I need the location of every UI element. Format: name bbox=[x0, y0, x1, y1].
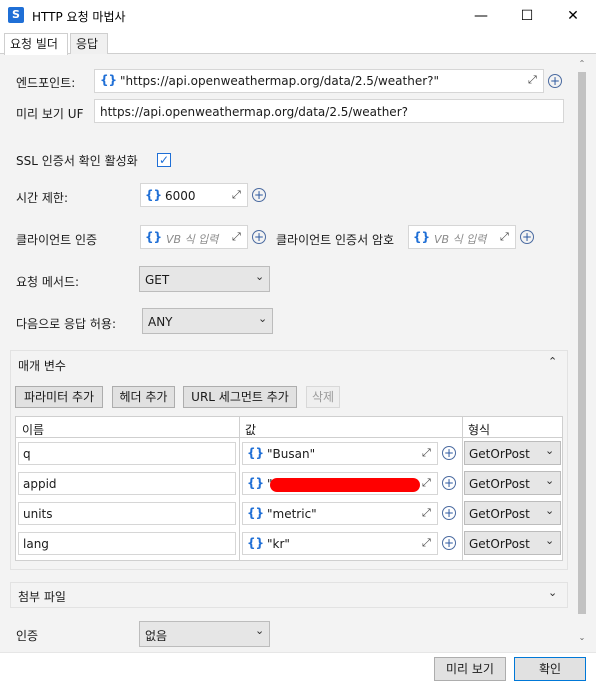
param-type-value: GetOrPost bbox=[469, 537, 530, 551]
ssl-label: SSL 인증서 확인 활성화 bbox=[16, 154, 138, 168]
param-name-value: q bbox=[23, 447, 31, 461]
attachments-section[interactable] bbox=[10, 582, 568, 608]
param-plus-icon[interactable]: + bbox=[442, 446, 456, 460]
add-url-segment-button[interactable]: URL 세그먼트 추가 bbox=[183, 386, 297, 408]
param-type-chevron-down-icon: ⌄ bbox=[545, 534, 555, 547]
param-type-value: GetOrPost bbox=[469, 507, 530, 521]
app-icon: S bbox=[8, 7, 24, 23]
add-param-button[interactable]: 파라미터 추가 bbox=[15, 386, 103, 408]
plus-icon[interactable]: + bbox=[548, 74, 562, 88]
close-button[interactable]: ✕ bbox=[550, 0, 596, 32]
scroll-thumb[interactable] bbox=[578, 72, 586, 614]
client-cert-expand-icon[interactable]: ⤢ bbox=[232, 230, 241, 244]
param-braces-icon[interactable]: {} bbox=[247, 536, 264, 550]
timeout-expand-icon[interactable]: ⤢ bbox=[232, 188, 241, 202]
param-name-input[interactable] bbox=[18, 532, 236, 555]
client-cert-placeholder: VB 식 입력 bbox=[166, 233, 219, 246]
param-type-value: GetOrPost bbox=[469, 447, 530, 461]
scroll-up-icon[interactable]: ⌃ bbox=[576, 58, 588, 70]
method-value: GET bbox=[145, 273, 170, 287]
attachments-section-title: 첨부 파일 bbox=[18, 590, 66, 604]
column-header-name[interactable]: 이름 bbox=[22, 421, 44, 438]
expression-braces-icon[interactable]: {} bbox=[100, 73, 117, 87]
add-header-button[interactable]: 헤더 추가 bbox=[112, 386, 175, 408]
param-name-value: units bbox=[23, 507, 53, 521]
preview-url-value: https://api.openweathermap.org/data/2.5/… bbox=[100, 105, 408, 119]
param-braces-icon[interactable]: {} bbox=[247, 446, 264, 460]
param-name-value: appid bbox=[23, 477, 57, 491]
param-expand-icon[interactable]: ⤢ bbox=[422, 536, 431, 550]
client-cert-plus-icon[interactable]: + bbox=[252, 230, 266, 244]
param-braces-icon[interactable]: {} bbox=[247, 476, 264, 490]
preview-url-label: 미리 보기 UF bbox=[16, 107, 84, 121]
timeout-plus-icon[interactable]: + bbox=[252, 188, 266, 202]
client-cert-pw-placeholder: VB 식 입력 bbox=[434, 233, 487, 246]
param-braces-icon[interactable]: {} bbox=[247, 506, 264, 520]
auth-value: 없음 bbox=[145, 629, 168, 643]
params-collapse-chevron-up-icon[interactable]: ⌃ bbox=[548, 355, 557, 368]
timeout-label: 시간 제한: bbox=[16, 191, 69, 205]
attachments-expand-chevron-down-icon[interactable]: ⌄ bbox=[548, 586, 557, 599]
param-plus-icon[interactable]: + bbox=[442, 506, 456, 520]
accept-chevron-down-icon: ⌄ bbox=[258, 312, 268, 325]
endpoint-label: 엔드포인트: bbox=[16, 76, 76, 90]
param-value-text: "kr" bbox=[267, 537, 290, 551]
tab-response[interactable]: 응답 bbox=[70, 33, 108, 54]
tab-request-builder[interactable]: 요청 빌더 bbox=[4, 33, 68, 55]
params-section-title: 매개 변수 bbox=[18, 359, 66, 373]
client-cert-braces-icon[interactable]: {} bbox=[145, 230, 162, 244]
param-plus-icon[interactable]: + bbox=[442, 476, 456, 490]
maximize-button[interactable]: ☐ bbox=[504, 0, 550, 32]
accept-label: 다음으로 응답 허용: bbox=[16, 317, 116, 331]
scroll-down-icon[interactable]: ⌄ bbox=[576, 632, 588, 644]
timeout-braces-icon[interactable]: {} bbox=[145, 188, 162, 202]
client-cert-pw-braces-icon[interactable]: {} bbox=[413, 230, 430, 244]
endpoint-value: "https://api.openweathermap.org/data/2.5… bbox=[120, 74, 440, 88]
expand-icon[interactable]: ⤢ bbox=[528, 73, 537, 87]
client-cert-pw-label: 클라이언트 인증서 암호 bbox=[276, 233, 395, 247]
minimize-button[interactable]: — bbox=[458, 0, 504, 32]
method-label: 요청 메서드: bbox=[16, 275, 80, 289]
redaction-mark bbox=[270, 478, 420, 492]
param-type-chevron-down-icon: ⌄ bbox=[545, 444, 555, 457]
dialog-footer bbox=[0, 652, 596, 693]
param-type-chevron-down-icon: ⌄ bbox=[545, 474, 555, 487]
client-cert-pw-expand-icon[interactable]: ⤢ bbox=[500, 230, 509, 244]
column-header-type[interactable]: 형식 bbox=[468, 421, 490, 438]
ok-button[interactable]: 확인 bbox=[514, 657, 586, 681]
preview-button[interactable]: 미리 보기 bbox=[434, 657, 506, 681]
auth-label: 인증 bbox=[16, 629, 39, 643]
param-value-text: "Busan" bbox=[267, 447, 316, 461]
accept-value: ANY bbox=[148, 315, 173, 329]
param-type-chevron-down-icon: ⌄ bbox=[545, 504, 555, 517]
param-expand-icon[interactable]: ⤢ bbox=[422, 476, 431, 490]
column-header-value[interactable]: 값 bbox=[245, 421, 256, 438]
client-cert-pw-plus-icon[interactable]: + bbox=[520, 230, 534, 244]
ssl-checkbox[interactable]: ✓ bbox=[157, 153, 171, 167]
auth-chevron-down-icon: ⌄ bbox=[255, 624, 265, 637]
param-expand-icon[interactable]: ⤢ bbox=[422, 446, 431, 460]
param-value-text: "metric" bbox=[267, 507, 317, 521]
param-type-value: GetOrPost bbox=[469, 477, 530, 491]
method-chevron-down-icon: ⌄ bbox=[255, 270, 265, 283]
window-title: HTTP 요청 마법사 bbox=[32, 10, 126, 24]
client-cert-label: 클라이언트 인증 bbox=[16, 233, 98, 247]
delete-button[interactable]: 삭제 bbox=[306, 386, 340, 408]
timeout-value: 6000 bbox=[165, 189, 196, 203]
param-plus-icon[interactable]: + bbox=[442, 536, 456, 550]
param-name-input[interactable] bbox=[18, 442, 236, 465]
param-name-value: lang bbox=[23, 537, 49, 551]
param-expand-icon[interactable]: ⤢ bbox=[422, 506, 431, 520]
